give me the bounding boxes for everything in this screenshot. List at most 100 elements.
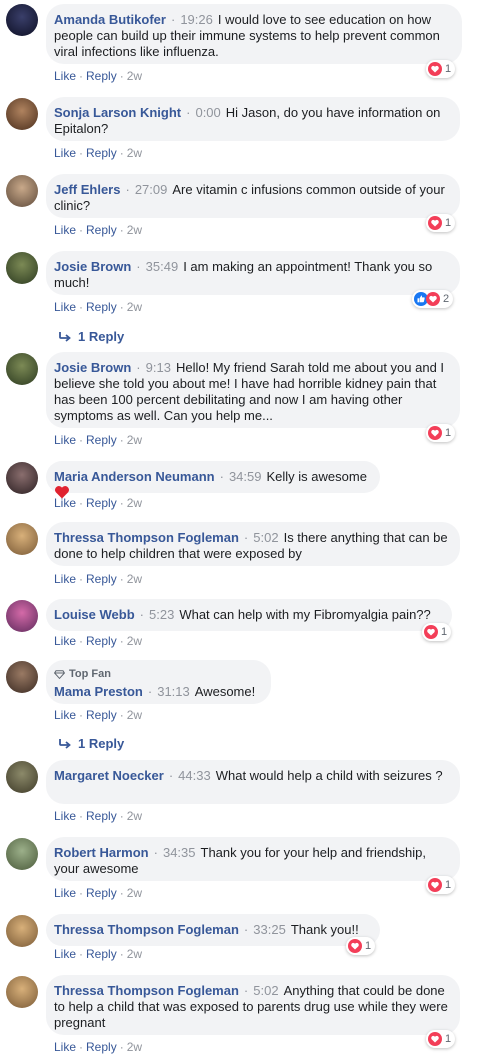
view-replies-link[interactable]: 1 Reply	[58, 736, 124, 751]
comment-text: Kelly is awesome	[266, 469, 367, 484]
comment-bubble: Jeff Ehlers · 27:09 Are vitamin c infusions…	[46, 174, 460, 218]
like-link[interactable]: Like	[54, 708, 76, 722]
like-link[interactable]: Like	[54, 300, 76, 314]
like-link[interactable]: Like	[54, 572, 76, 586]
view-replies-link[interactable]: 1 Reply	[58, 329, 124, 344]
comment-actions: Like · Reply · 2w	[54, 300, 143, 314]
comment-age: 2w	[126, 146, 143, 160]
avatar[interactable]	[6, 4, 38, 36]
author-link[interactable]: Thressa Thompson Fogleman	[54, 922, 239, 937]
top-fan-badge: Top Fan	[54, 666, 259, 682]
comment-age: 2w	[126, 886, 143, 900]
timestamp-link[interactable]: 5:02	[253, 530, 278, 545]
comment-bubble: Louise Webb · 5:23 What can help with my Fi…	[46, 599, 452, 631]
reply-link[interactable]: Reply	[86, 708, 117, 722]
author-link[interactable]: Mama Preston	[54, 684, 143, 699]
like-link[interactable]: Like	[54, 223, 76, 237]
comment-bubble: Top Fan Mama Preston · 31:13 Awesome!	[46, 660, 271, 704]
reaction-summary[interactable]: 1	[426, 214, 456, 232]
avatar[interactable]	[6, 761, 38, 793]
comment-age: 2w	[126, 947, 143, 961]
reaction-summary[interactable]: 1	[346, 937, 376, 955]
avatar[interactable]	[6, 98, 38, 130]
author-link[interactable]: Maria Anderson Neumann	[54, 469, 215, 484]
reply-link[interactable]: Reply	[86, 496, 117, 510]
reply-link[interactable]: Reply	[86, 886, 117, 900]
like-link[interactable]: Like	[54, 1040, 76, 1054]
avatar[interactable]	[6, 661, 38, 693]
comment-bubble: Amanda Butikofer · 19:26 I would love to se…	[46, 4, 462, 64]
reply-link[interactable]: Reply	[86, 433, 117, 447]
comment-actions: Like · Reply · 2w	[54, 886, 143, 900]
reaction-summary[interactable]: 1	[426, 424, 456, 442]
timestamp-link[interactable]: 33:25	[253, 922, 286, 937]
top-fan-label: Top Fan	[69, 668, 111, 680]
timestamp-link[interactable]: 35:49	[146, 259, 179, 274]
timestamp-link[interactable]: 27:09	[135, 182, 168, 197]
comment-bubble: Margaret Noecker · 44:33 What would help a …	[46, 760, 460, 804]
reply-link[interactable]: Reply	[86, 69, 117, 83]
author-link[interactable]: Jeff Ehlers	[54, 182, 120, 197]
author-link[interactable]: Louise Webb	[54, 607, 135, 622]
reply-link[interactable]: Reply	[86, 1040, 117, 1054]
avatar[interactable]	[6, 838, 38, 870]
timestamp-link[interactable]: 0:00	[195, 105, 220, 120]
author-link[interactable]: Josie Brown	[54, 259, 131, 274]
author-link[interactable]: Amanda Butikofer	[54, 12, 166, 27]
love-reaction-icon	[428, 1032, 442, 1046]
like-link[interactable]: Like	[54, 433, 76, 447]
reaction-summary[interactable]: 2	[412, 290, 454, 308]
like-link[interactable]: Like	[54, 886, 76, 900]
reply-link[interactable]: Reply	[86, 223, 117, 237]
author-link[interactable]: Robert Harmon	[54, 845, 149, 860]
comment-bubble: Sonja Larson Knight · 0:00 Hi Jason, do you…	[46, 97, 460, 141]
like-link[interactable]: Like	[54, 634, 76, 648]
like-link[interactable]: Like	[54, 947, 76, 961]
reaction-summary[interactable]: 1	[426, 1030, 456, 1048]
comment-bubble: Thressa Thompson Fogleman · 33:25 Thank you…	[46, 914, 380, 946]
timestamp-link[interactable]: 5:02	[253, 983, 278, 998]
reaction-summary[interactable]: 1	[426, 876, 456, 894]
timestamp-link[interactable]: 5:23	[149, 607, 174, 622]
reaction-summary[interactable]: 1	[426, 60, 456, 78]
timestamp-link[interactable]: 9:13	[146, 360, 171, 375]
reply-link[interactable]: Reply	[86, 300, 117, 314]
comment-age: 2w	[126, 433, 143, 447]
author-link[interactable]: Margaret Noecker	[54, 768, 164, 783]
love-reaction-icon	[348, 939, 362, 953]
love-reaction-icon	[426, 292, 440, 306]
reply-link[interactable]: Reply	[86, 634, 117, 648]
avatar[interactable]	[6, 175, 38, 207]
avatar[interactable]	[6, 976, 38, 1008]
timestamp-link[interactable]: 34:59	[229, 469, 262, 484]
author-link[interactable]: Josie Brown	[54, 360, 131, 375]
comment-age: 2w	[126, 809, 143, 823]
reply-link[interactable]: Reply	[86, 809, 117, 823]
comment-actions: Like · Reply · 2w	[54, 433, 143, 447]
timestamp-link[interactable]: 19:26	[180, 12, 213, 27]
like-link[interactable]: Like	[54, 69, 76, 83]
timestamp-link[interactable]: 44:33	[178, 768, 211, 783]
avatar[interactable]	[6, 523, 38, 555]
comment-text: Thank you!!	[290, 922, 359, 937]
reply-link[interactable]: Reply	[86, 146, 117, 160]
avatar[interactable]	[6, 600, 38, 632]
reply-link[interactable]: Reply	[86, 572, 117, 586]
reply-link[interactable]: Reply	[86, 947, 117, 961]
author-link[interactable]: Sonja Larson Knight	[54, 105, 181, 120]
like-link[interactable]: Like	[54, 496, 76, 510]
like-link[interactable]: Like	[54, 146, 76, 160]
like-link[interactable]: Like	[54, 809, 76, 823]
reply-arrow-icon	[59, 331, 71, 342]
avatar[interactable]	[6, 915, 38, 947]
comment-age: 2w	[126, 496, 143, 510]
reaction-summary[interactable]: 1	[422, 623, 452, 641]
comment-text: Awesome!	[194, 684, 256, 699]
avatar[interactable]	[6, 462, 38, 494]
timestamp-link[interactable]: 34:35	[163, 845, 196, 860]
avatar[interactable]	[6, 252, 38, 284]
author-link[interactable]: Thressa Thompson Fogleman	[54, 530, 239, 545]
avatar[interactable]	[6, 353, 38, 385]
timestamp-link[interactable]: 31:13	[157, 684, 190, 699]
author-link[interactable]: Thressa Thompson Fogleman	[54, 983, 239, 998]
